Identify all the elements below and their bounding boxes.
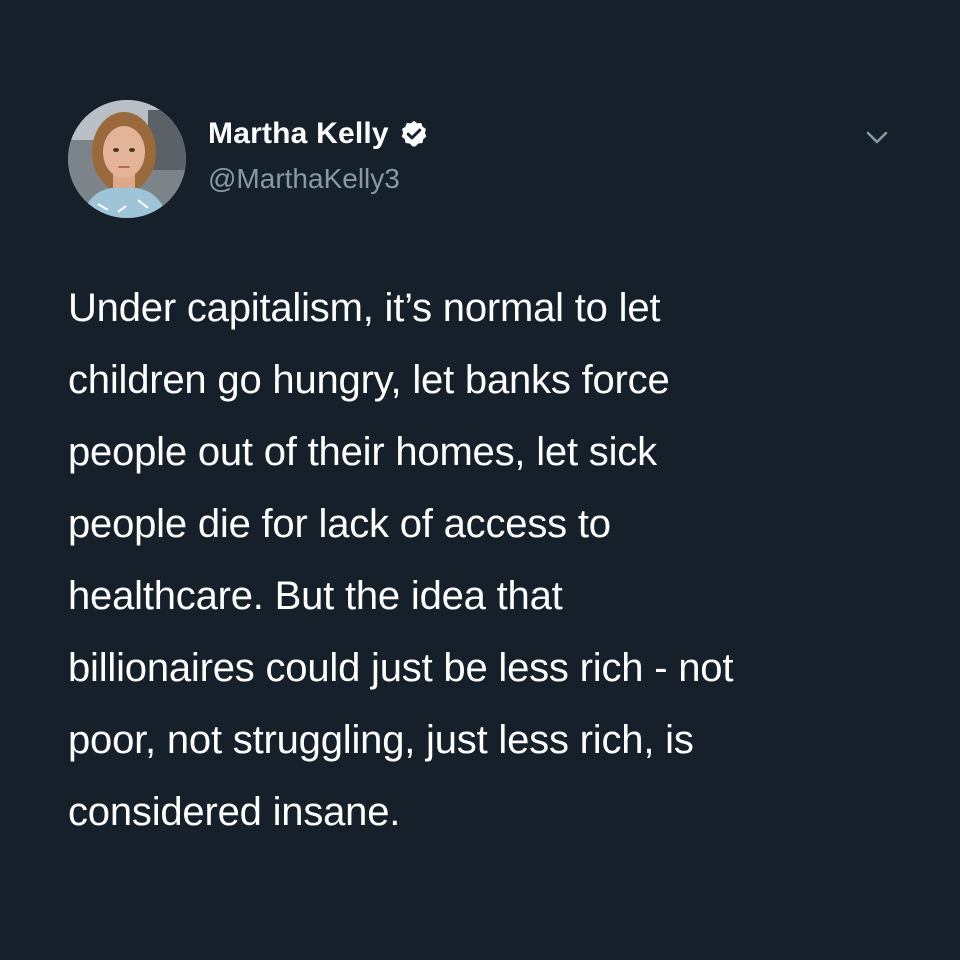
tweet-text-line: poor, not struggling, just less rich, is <box>68 718 694 762</box>
tweet-text-line: people die for lack of access to <box>68 502 611 546</box>
tweet-card: Martha Kelly @MarthaKelly3 Under capital… <box>0 0 960 960</box>
author-avatar[interactable] <box>68 100 186 218</box>
author-name-row: Martha Kelly <box>208 114 429 154</box>
tweet-text-line: billionaires could just be less rich - n… <box>68 646 734 690</box>
tweet-text-line: considered insane. <box>68 790 401 834</box>
tweet-text-line: children go hungry, let banks force <box>68 358 670 402</box>
tweet-text-line: healthcare. But the idea that <box>68 574 563 618</box>
verified-badge-icon <box>399 119 429 149</box>
tweet-text: Under capitalism, it’s normal to let chi… <box>68 272 908 848</box>
tweet-text-line: people out of their homes, let sick <box>68 430 657 474</box>
author-handle[interactable]: @MarthaKelly3 <box>208 163 400 195</box>
avatar-image <box>68 100 186 218</box>
author-display-name[interactable]: Martha Kelly <box>208 117 389 151</box>
tweet-text-line: Under capitalism, it’s normal to let <box>68 286 661 330</box>
chevron-down-icon[interactable] <box>862 122 892 152</box>
